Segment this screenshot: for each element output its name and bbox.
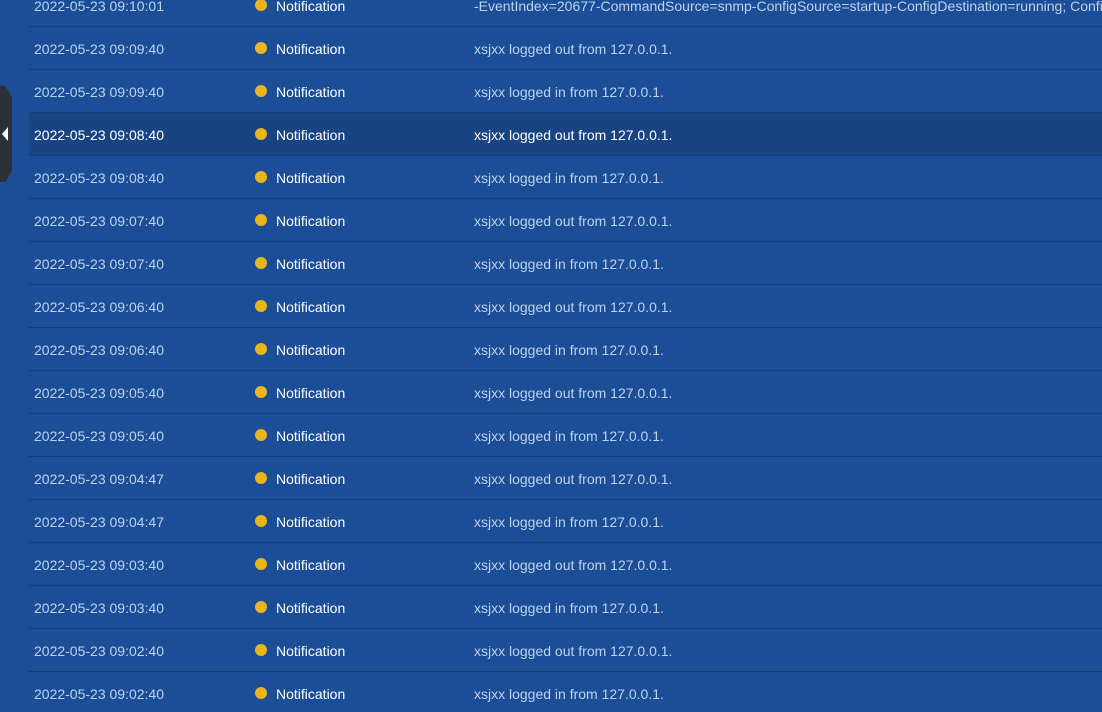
log-message: xsjxx logged in from 127.0.0.1. xyxy=(474,514,664,530)
log-message: xsjxx logged in from 127.0.0.1. xyxy=(474,256,664,272)
log-message: xsjxx logged out from 127.0.0.1. xyxy=(474,557,673,573)
log-message: xsjxx logged in from 127.0.0.1. xyxy=(474,600,664,616)
log-row[interactable]: 2022-05-23 09:05:40 Notification xsjxx log… xyxy=(29,414,1102,457)
log-time: 2022-05-23 09:09:40 xyxy=(34,84,164,100)
log-level: Notification xyxy=(276,342,346,358)
log-time: 2022-05-23 09:04:47 xyxy=(34,514,164,530)
log-row[interactable]: 2022-05-23 09:04:47 Notification xsjxx log… xyxy=(29,500,1102,543)
log-time: 2022-05-23 09:07:40 xyxy=(34,256,164,272)
chevron-left-icon xyxy=(2,127,8,141)
notification-dot-icon xyxy=(255,171,267,183)
log-row[interactable]: 2022-05-23 09:02:40 Notification xsjxx log… xyxy=(29,672,1102,712)
log-row[interactable]: 2022-05-23 09:03:40 Notification xsjxx log… xyxy=(29,586,1102,629)
log-message: xsjxx logged out from 127.0.0.1. xyxy=(474,471,673,487)
log-level: Notification xyxy=(276,0,346,14)
notification-dot-icon xyxy=(255,42,267,54)
log-level: Notification xyxy=(276,256,346,272)
log-message: xsjxx logged out from 127.0.0.1. xyxy=(474,41,673,57)
log-level: Notification xyxy=(276,41,346,57)
log-row[interactable]: 2022-05-23 09:05:40 Notification xsjxx log… xyxy=(29,371,1102,414)
log-row[interactable]: 2022-05-23 09:09:40 Notification xsjxx log… xyxy=(29,70,1102,113)
event-log-page: 2022-05-23 09:10:01 Notification -EventInd… xyxy=(0,0,1102,712)
log-level: Notification xyxy=(276,600,346,616)
log-level: Notification xyxy=(276,299,346,315)
notification-dot-icon xyxy=(255,472,267,484)
log-time: 2022-05-23 09:03:40 xyxy=(34,600,164,616)
log-time: 2022-05-23 09:07:40 xyxy=(34,213,164,229)
notification-dot-icon xyxy=(255,257,267,269)
notification-dot-icon xyxy=(255,343,267,355)
log-time: 2022-05-23 09:08:40 xyxy=(34,127,164,143)
log-time: 2022-05-23 09:06:40 xyxy=(34,342,164,358)
log-message: xsjxx logged in from 127.0.0.1. xyxy=(474,686,664,702)
log-message: xsjxx logged in from 127.0.0.1. xyxy=(474,428,664,444)
log-message: xsjxx logged out from 127.0.0.1. xyxy=(474,643,673,659)
log-level: Notification xyxy=(276,385,346,401)
notification-dot-icon xyxy=(255,601,267,613)
side-panel-toggle-button[interactable] xyxy=(0,86,12,182)
log-time: 2022-05-23 09:05:40 xyxy=(34,385,164,401)
log-row[interactable]: 2022-05-23 09:09:40 Notification xsjxx log… xyxy=(29,27,1102,70)
log-message: xsjxx logged in from 127.0.0.1. xyxy=(474,170,664,186)
log-row[interactable]: 2022-05-23 09:03:40 Notification xsjxx log… xyxy=(29,543,1102,586)
log-message: xsjxx logged in from 127.0.0.1. xyxy=(474,84,664,100)
notification-dot-icon xyxy=(255,128,267,140)
log-level: Notification xyxy=(276,428,346,444)
log-row[interactable]: 2022-05-23 09:07:40 Notification xsjxx log… xyxy=(29,242,1102,285)
log-level: Notification xyxy=(276,686,346,702)
log-row[interactable]: 2022-05-23 09:08:40 Notification xsjxx log… xyxy=(29,156,1102,199)
notification-dot-icon xyxy=(255,214,267,226)
log-time: 2022-05-23 09:03:40 xyxy=(34,557,164,573)
log-level: Notification xyxy=(276,514,346,530)
log-row[interactable]: 2022-05-23 09:08:40 Notification xsjxx log… xyxy=(29,113,1102,156)
log-time: 2022-05-23 09:04:47 xyxy=(34,471,164,487)
log-row[interactable]: 2022-05-23 09:04:47 Notification xsjxx log… xyxy=(29,457,1102,500)
notification-dot-icon xyxy=(255,644,267,656)
log-time: 2022-05-23 09:09:40 xyxy=(34,41,164,57)
event-log-table: 2022-05-23 09:10:01 Notification -EventInd… xyxy=(29,0,1102,712)
log-time: 2022-05-23 09:06:40 xyxy=(34,299,164,315)
log-level: Notification xyxy=(276,471,346,487)
log-time: 2022-05-23 09:08:40 xyxy=(34,170,164,186)
log-level: Notification xyxy=(276,127,346,143)
log-time: 2022-05-23 09:05:40 xyxy=(34,428,164,444)
notification-dot-icon xyxy=(255,687,267,699)
log-message: xsjxx logged out from 127.0.0.1. xyxy=(474,385,673,401)
notification-dot-icon xyxy=(255,0,267,11)
log-time: 2022-05-23 09:02:40 xyxy=(34,686,164,702)
log-level: Notification xyxy=(276,643,346,659)
log-level: Notification xyxy=(276,557,346,573)
log-message: xsjxx logged out from 127.0.0.1. xyxy=(474,213,673,229)
log-message: xsjxx logged in from 127.0.0.1. xyxy=(474,342,664,358)
log-row[interactable]: 2022-05-23 09:06:40 Notification xsjxx log… xyxy=(29,328,1102,371)
notification-dot-icon xyxy=(255,386,267,398)
log-level: Notification xyxy=(276,170,346,186)
log-message: xsjxx logged out from 127.0.0.1. xyxy=(474,127,673,143)
notification-dot-icon xyxy=(255,300,267,312)
log-row[interactable]: 2022-05-23 09:02:40 Notification xsjxx log… xyxy=(29,629,1102,672)
notification-dot-icon xyxy=(255,558,267,570)
log-message: -EventIndex=20677-CommandSource=snmp-Con… xyxy=(474,0,1102,14)
notification-dot-icon xyxy=(255,85,267,97)
notification-dot-icon xyxy=(255,429,267,441)
log-time: 2022-05-23 09:02:40 xyxy=(34,643,164,659)
log-row[interactable]: 2022-05-23 09:10:01 Notification -EventInd… xyxy=(29,0,1102,27)
notification-dot-icon xyxy=(255,515,267,527)
log-row[interactable]: 2022-05-23 09:06:40 Notification xsjxx log… xyxy=(29,285,1102,328)
log-time: 2022-05-23 09:10:01 xyxy=(34,0,164,14)
log-row[interactable]: 2022-05-23 09:07:40 Notification xsjxx log… xyxy=(29,199,1102,242)
log-level: Notification xyxy=(276,213,346,229)
log-message: xsjxx logged out from 127.0.0.1. xyxy=(474,299,673,315)
log-level: Notification xyxy=(276,84,346,100)
